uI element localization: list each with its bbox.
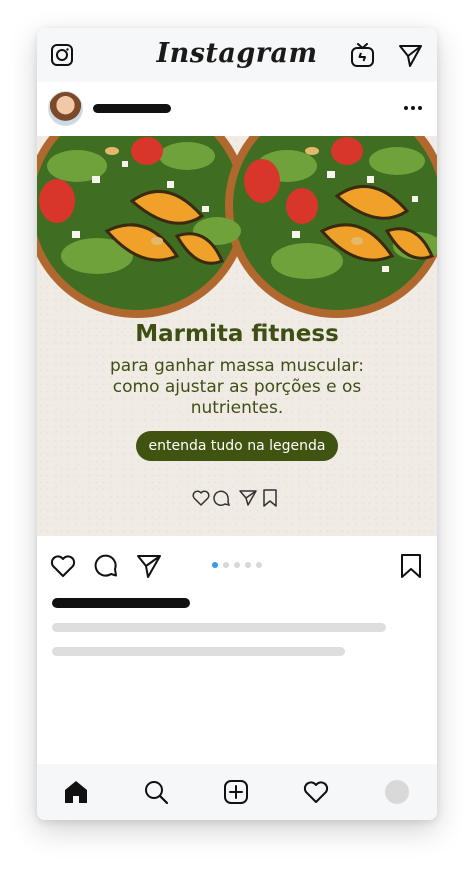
direct-send-icon[interactable] [398,43,423,68]
comment-bubble-icon[interactable] [93,553,119,579]
more-options-icon[interactable] [403,98,423,118]
post-title: Marmita fitness [135,321,339,347]
post-header [37,82,437,136]
caption-text-placeholder [52,623,386,632]
post-actions [37,536,437,596]
bookmark-icon[interactable] [398,553,424,579]
carousel-dot[interactable] [245,562,251,568]
like-heart-icon[interactable] [50,553,76,579]
activity-heart-icon[interactable] [303,779,329,805]
carousel-dot[interactable] [223,562,229,568]
bottom-nav [37,764,437,820]
instagram-logo: Instagram [156,38,318,69]
carousel-dot[interactable] [212,562,218,568]
mini-comment-icon [213,490,231,507]
carousel-dot[interactable] [234,562,240,568]
post-subtitle: para ganhar massa muscular: como ajustar… [110,356,364,418]
igtv-icon[interactable] [350,43,375,68]
share-send-icon[interactable] [136,553,162,579]
carousel-dot[interactable] [256,562,262,568]
cta-pill: entenda tudo na legenda [136,431,338,461]
post-image[interactable]: Marmita fitness para ganhar massa muscul… [37,136,437,536]
mini-heart-icon [192,490,210,506]
top-bar: Instagram [37,28,437,82]
mini-bookmark-icon [263,489,277,507]
salad-bowls-image [37,136,437,318]
mini-send-icon [239,490,257,506]
post-avatar[interactable] [48,91,83,126]
add-post-icon[interactable] [223,779,249,805]
home-icon[interactable] [63,779,89,805]
profile-avatar[interactable] [385,780,409,804]
username-placeholder[interactable] [93,104,171,113]
caption-text-placeholder [52,647,345,656]
phone-frame: Instagram Marmita fitness para ganhar ma… [37,28,437,820]
mini-actions-row [192,489,277,507]
carousel-indicator [212,562,272,570]
search-icon[interactable] [143,779,169,805]
caption-username-placeholder [52,598,190,608]
